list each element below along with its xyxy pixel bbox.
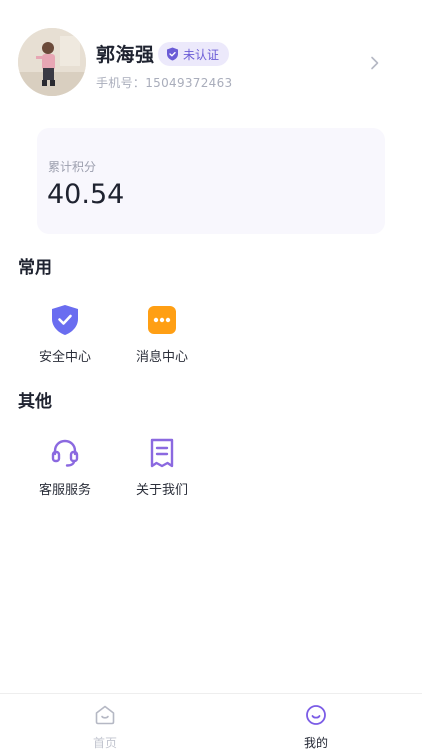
tab-home[interactable]: 首页 [75,704,135,750]
about-us-label: 关于我们 [135,483,188,498]
user-name: 郭海强 [96,44,155,66]
shield-icon [167,47,178,61]
points-label: 累计积分 [48,160,97,174]
points-card[interactable]: 累计积分 40.54 [37,128,385,234]
receipt-icon [146,437,178,469]
headset-icon [49,437,81,469]
verification-badge[interactable]: 未认证 [158,42,230,66]
message-center-label: 消息中心 [135,350,188,365]
phone-number: 手机号：15049372463 [96,76,233,90]
shield-check-icon [49,304,81,336]
about-us-button[interactable]: 关于我们 [126,437,198,498]
message-center-button[interactable]: 消息中心 [126,304,198,365]
bottom-tab-bar: 首页 我的 [0,693,422,750]
section-title-common: 常用 [18,258,52,278]
customer-service-button[interactable]: 客服服务 [29,437,101,498]
customer-service-label: 客服服务 [38,483,91,498]
points-value: 40.54 [47,179,125,210]
avatar[interactable] [18,28,86,96]
security-center-label: 安全中心 [38,350,91,365]
security-center-button[interactable]: 安全中心 [29,304,101,365]
tab-home-label: 首页 [92,736,117,750]
avatar-photo [18,28,86,96]
tab-mine[interactable]: 我的 [286,704,346,750]
tab-mine-label: 我的 [303,736,328,750]
message-dots-icon [146,304,178,336]
section-title-other: 其他 [18,392,52,412]
home-icon [95,705,115,725]
verification-badge-label: 未认证 [183,47,220,62]
profile-header[interactable]: 郭海强 未认证 手机号：15049372463 [18,28,404,96]
smile-icon [306,705,326,725]
chevron-right-icon[interactable] [370,56,380,70]
